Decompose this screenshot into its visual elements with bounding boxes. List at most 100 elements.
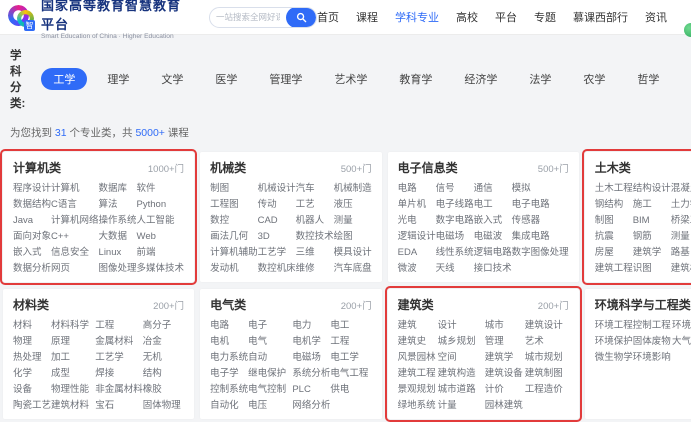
subject-tag-数据库[interactable]: 数据库 — [99, 181, 137, 197]
subject-tag-逻辑设计[interactable]: 逻辑设计 — [398, 229, 436, 245]
subject-tag-工程[interactable]: 工程 — [330, 334, 371, 350]
subject-pill-哲学[interactable]: 哲学 — [625, 68, 671, 90]
subject-tag-管理[interactable]: 管理 — [485, 334, 525, 350]
subject-tag-PLC[interactable]: PLC — [292, 382, 330, 398]
subject-tag-信号[interactable]: 信号 — [436, 181, 474, 197]
subject-pill-经济学[interactable]: 经济学 — [452, 68, 509, 90]
subject-tag-电子电路[interactable]: 电子电路 — [512, 197, 569, 213]
subject-tag-成型[interactable]: 成型 — [51, 366, 95, 382]
subject-tag-光电[interactable]: 光电 — [398, 213, 436, 229]
subject-tag-电工[interactable]: 电工 — [474, 197, 512, 213]
subject-tag-电磁波[interactable]: 电磁波 — [474, 229, 512, 245]
subject-tag-建筑学[interactable]: 建筑学 — [633, 245, 671, 261]
subject-tag-园林建筑[interactable]: 园林建筑 — [485, 398, 525, 414]
subject-tag-工程[interactable]: 工程 — [95, 318, 143, 334]
subject-tag-环境保护[interactable]: 环境保护 — [595, 334, 633, 350]
subject-tag-冶金[interactable]: 冶金 — [143, 334, 184, 350]
subject-tag-风景园林[interactable]: 风景园林 — [398, 350, 438, 366]
subject-tag-大数据[interactable]: 大数据 — [99, 229, 137, 245]
subject-tag-模拟[interactable]: 模拟 — [512, 181, 569, 197]
subject-tag-计算机[interactable]: 计算机 — [51, 181, 99, 197]
subject-tag-非金属材料[interactable]: 非金属材料 — [95, 382, 143, 398]
subject-tag-计算机网络[interactable]: 计算机网络 — [51, 213, 99, 229]
subject-tag-计价[interactable]: 计价 — [485, 382, 525, 398]
subject-tag-工艺学[interactable]: 工艺学 — [258, 245, 296, 261]
subject-tag-绘图[interactable]: 绘图 — [334, 229, 372, 245]
subject-tag-电气控制[interactable]: 电气控制 — [248, 382, 292, 398]
subject-tag-高分子[interactable]: 高分子 — [143, 318, 184, 334]
subject-tag-多媒体技术[interactable]: 多媒体技术 — [137, 261, 185, 277]
platform-logo[interactable]: 智 国家高等教育智慧教育平台 Smart Education of China … — [8, 0, 195, 40]
subject-tag-混凝土[interactable]: 混凝土 — [671, 181, 691, 197]
subject-tag-化学[interactable]: 化学 — [13, 366, 51, 382]
subject-tag-网络分析[interactable]: 网络分析 — [292, 398, 330, 414]
subject-tag-模具设计[interactable]: 模具设计 — [334, 245, 372, 261]
subject-tag-图像处理[interactable]: 图像处理 — [99, 261, 137, 277]
subject-tag-建筑设计[interactable]: 建筑设计 — [525, 318, 569, 334]
subject-tag-控制工程[interactable]: 控制工程 — [633, 318, 672, 334]
subject-tag-土木工程[interactable]: 土木工程 — [595, 181, 633, 197]
subject-tag-抗震[interactable]: 抗震 — [595, 229, 633, 245]
subject-pill-艺术学[interactable]: 艺术学 — [322, 68, 379, 90]
subject-tag-画法几何[interactable]: 画法几何 — [210, 229, 258, 245]
category-title[interactable]: 土木类 — [595, 159, 631, 176]
category-title[interactable]: 建筑类 — [398, 296, 434, 313]
subject-tag-房屋[interactable]: 房屋 — [595, 245, 633, 261]
subject-pill-医学[interactable]: 医学 — [203, 68, 249, 90]
subject-tag-Web[interactable]: Web — [137, 229, 185, 245]
subject-tag-继电保护[interactable]: 继电保护 — [248, 366, 292, 382]
subject-tag-钢筋[interactable]: 钢筋 — [633, 229, 671, 245]
subject-tag-城市道路[interactable]: 城市道路 — [438, 382, 485, 398]
subject-tag-空间[interactable]: 空间 — [438, 350, 485, 366]
subject-tag-数字电路[interactable]: 数字电路 — [436, 213, 474, 229]
subject-tag-制图[interactable]: 制图 — [595, 213, 633, 229]
subject-tag-Python[interactable]: Python — [137, 197, 185, 213]
subject-tag-钢结构[interactable]: 钢结构 — [595, 197, 633, 213]
subject-tag-C++[interactable]: C++ — [51, 229, 99, 245]
subject-tag-建筑构造[interactable]: 建筑构造 — [438, 366, 485, 382]
subject-tag-物理性能[interactable]: 物理性能 — [51, 382, 95, 398]
nav-item-慕课西部行[interactable]: 慕课西部行 — [573, 9, 628, 25]
category-title[interactable]: 计算机类 — [13, 159, 61, 176]
subject-tag-测量[interactable]: 测量 — [671, 229, 691, 245]
subject-tag-机械制造[interactable]: 机械制造 — [334, 181, 372, 197]
category-title[interactable]: 材料类 — [13, 296, 49, 313]
subject-tag-传感器[interactable]: 传感器 — [512, 213, 569, 229]
subject-tag-软件[interactable]: 软件 — [137, 181, 185, 197]
subject-tag-接口技术[interactable]: 接口技术 — [474, 261, 512, 277]
subject-tag-电机学[interactable]: 电机学 — [292, 334, 330, 350]
subject-tag-建筑制图[interactable]: 建筑制图 — [525, 366, 569, 382]
subject-tag-原理[interactable]: 原理 — [51, 334, 95, 350]
subject-tag-建筑工程[interactable]: 建筑工程 — [398, 366, 438, 382]
subject-tag-工艺学[interactable]: 工艺学 — [95, 350, 143, 366]
subject-tag-景观规划[interactable]: 景观规划 — [398, 382, 438, 398]
subject-tag-电压[interactable]: 电压 — [248, 398, 292, 414]
category-title[interactable]: 机械类 — [210, 159, 246, 176]
subject-tag-建筑史[interactable]: 建筑史 — [398, 334, 438, 350]
subject-tag-结构设计[interactable]: 结构设计 — [633, 181, 671, 197]
subject-tag-建筑设备[interactable]: 建筑设备 — [485, 366, 525, 382]
subject-tag-电力系统[interactable]: 电力系统 — [210, 350, 248, 366]
subject-tag-线性系统[interactable]: 线性系统 — [436, 245, 474, 261]
subject-tag-电力[interactable]: 电力 — [292, 318, 330, 334]
subject-tag-发动机[interactable]: 发动机 — [210, 261, 258, 277]
subject-tag-CAD[interactable]: CAD — [258, 213, 296, 229]
subject-tag-算法[interactable]: 算法 — [99, 197, 137, 213]
subject-tag-汽车底盘[interactable]: 汽车底盘 — [334, 261, 372, 277]
subject-tag-C语言[interactable]: C语言 — [51, 197, 99, 213]
subject-tag-金属材料[interactable]: 金属材料 — [95, 334, 143, 350]
subject-tag-电气[interactable]: 电气 — [248, 334, 292, 350]
subject-tag-数据分析[interactable]: 数据分析 — [13, 261, 51, 277]
subject-tag-城市[interactable]: 城市 — [485, 318, 525, 334]
subject-tag-程序设计[interactable]: 程序设计 — [13, 181, 51, 197]
category-title[interactable]: 环境科学与工程类 — [595, 296, 691, 313]
subject-tag-数控[interactable]: 数控 — [210, 213, 258, 229]
subject-tag-加工[interactable]: 加工 — [51, 350, 95, 366]
subject-tag-自动化[interactable]: 自动化 — [210, 398, 248, 414]
search-input[interactable] — [210, 12, 286, 22]
subject-tag-建筑材料[interactable]: 建筑材料 — [51, 398, 95, 414]
subject-tag-自动[interactable]: 自动 — [248, 350, 292, 366]
subject-pill-历史学[interactable]: 历史学 — [679, 68, 691, 90]
nav-item-专题[interactable]: 专题 — [534, 9, 556, 25]
subject-tag-焊接[interactable]: 焊接 — [95, 366, 143, 382]
